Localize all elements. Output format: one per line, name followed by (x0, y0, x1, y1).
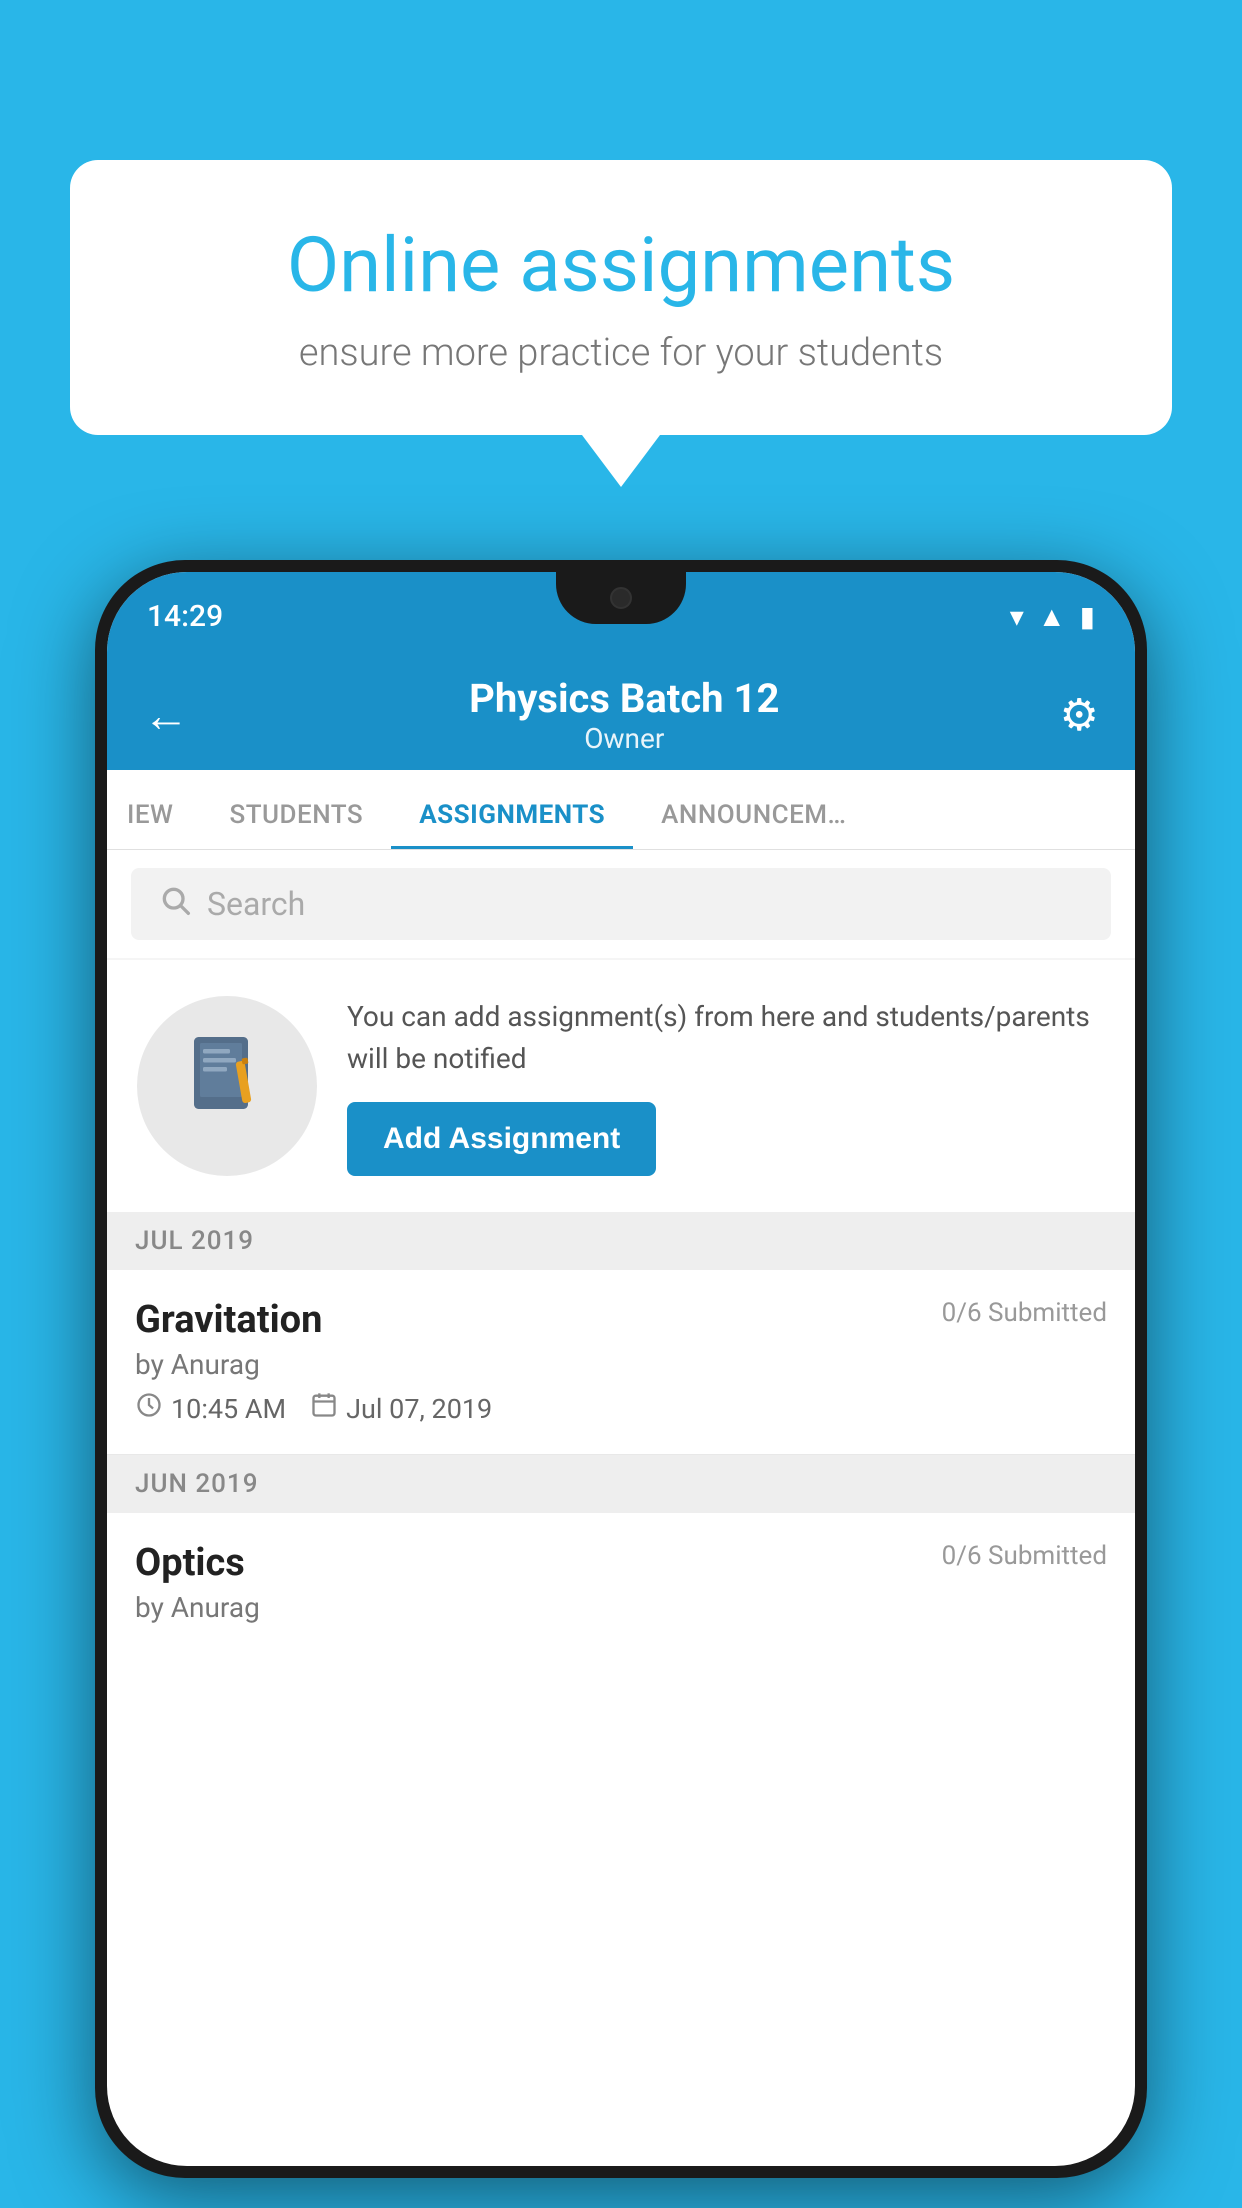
speech-bubble: Online assignments ensure more practice … (70, 160, 1172, 435)
tabs-bar: IEW STUDENTS ASSIGNMENTS ANNOUNCEM… (107, 770, 1135, 850)
phone-inner: 14:29 ▾ ▲ ▮ ← Physics Batch 12 Owner ⚙ I… (107, 572, 1135, 2166)
tab-assignments[interactable]: ASSIGNMENTS (391, 770, 633, 849)
assignment-name-optics: Optics (135, 1541, 245, 1585)
assignment-by-optics: by Anurag (135, 1591, 1107, 1624)
tab-students[interactable]: STUDENTS (201, 770, 391, 849)
speech-bubble-title: Online assignments (140, 220, 1102, 311)
add-assignment-button[interactable]: Add Assignment (347, 1102, 656, 1176)
phone-frame: 14:29 ▾ ▲ ▮ ← Physics Batch 12 Owner ⚙ I… (95, 560, 1147, 2178)
assignment-row1-optics: Optics 0/6 Submitted (135, 1541, 1107, 1585)
status-bar: 14:29 ▾ ▲ ▮ (107, 572, 1135, 660)
phone-notch (556, 572, 686, 624)
header-title: Physics Batch 12 (469, 675, 779, 722)
promo-icon-circle (137, 996, 317, 1176)
assignment-time-gravitation: 10:45 AM (135, 1391, 286, 1426)
assignment-time-value: 10:45 AM (171, 1393, 286, 1425)
camera-dot (610, 587, 632, 609)
clock-icon (135, 1391, 163, 1426)
calendar-icon (310, 1391, 338, 1426)
settings-button[interactable]: ⚙ (1060, 689, 1099, 741)
tab-announcements[interactable]: ANNOUNCEM… (633, 770, 874, 849)
assignment-date-gravitation: Jul 07, 2019 (310, 1391, 492, 1426)
status-time: 14:29 (147, 599, 223, 634)
assignment-meta-gravitation: 10:45 AM Jul 07, 2019 (135, 1391, 1107, 1426)
tab-iew[interactable]: IEW (107, 770, 201, 849)
search-icon (159, 883, 191, 925)
signal-icon: ▲ (1038, 600, 1066, 633)
assignment-date-value: Jul 07, 2019 (346, 1393, 492, 1425)
search-bar[interactable]: Search (131, 868, 1111, 940)
assignment-submitted-gravitation: 0/6 Submitted (942, 1298, 1107, 1328)
speech-bubble-subtitle: ensure more practice for your students (140, 331, 1102, 375)
status-icons: ▾ ▲ ▮ (1010, 600, 1095, 633)
app-header: ← Physics Batch 12 Owner ⚙ (107, 660, 1135, 770)
assignment-row1: Gravitation 0/6 Submitted (135, 1298, 1107, 1342)
search-bar-container: Search (107, 850, 1135, 958)
back-button[interactable]: ← (143, 688, 189, 743)
promo-text: You can add assignment(s) from here and … (347, 996, 1105, 1080)
assignment-item-gravitation[interactable]: Gravitation 0/6 Submitted by Anurag 10:4… (107, 1270, 1135, 1455)
assignment-item-optics[interactable]: Optics 0/6 Submitted by Anurag (107, 1513, 1135, 1646)
header-center: Physics Batch 12 Owner (469, 675, 779, 755)
assignment-icon (182, 1031, 272, 1141)
search-placeholder: Search (207, 885, 305, 923)
section-header-jun: JUN 2019 (107, 1455, 1135, 1513)
section-header-jul: JUL 2019 (107, 1212, 1135, 1270)
header-subtitle: Owner (469, 722, 779, 755)
content-area: Search (107, 850, 1135, 1646)
assignment-submitted-optics: 0/6 Submitted (942, 1541, 1107, 1571)
speech-bubble-container: Online assignments ensure more practice … (70, 160, 1172, 435)
assignment-by-gravitation: by Anurag (135, 1348, 1107, 1381)
wifi-icon: ▾ (1010, 600, 1024, 633)
assignment-name-gravitation: Gravitation (135, 1298, 322, 1342)
promo-section: You can add assignment(s) from here and … (107, 960, 1135, 1212)
battery-icon: ▮ (1080, 600, 1095, 633)
promo-content: You can add assignment(s) from here and … (347, 996, 1105, 1176)
